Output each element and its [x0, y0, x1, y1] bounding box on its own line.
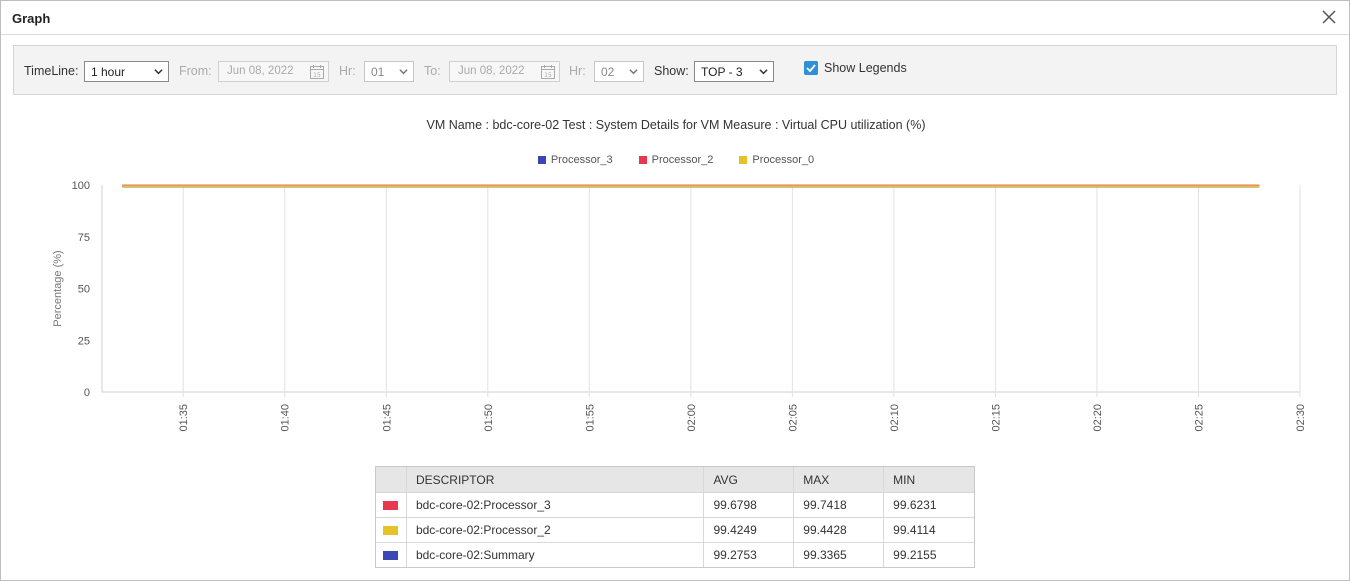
- dialog-title: Graph: [12, 11, 51, 26]
- series-color-swatch: [383, 550, 399, 560]
- descriptor-cell: bdc-core-02:Processor_2: [407, 518, 705, 542]
- min-cell: 99.2155: [893, 548, 937, 562]
- x-tick-label: 02:30: [1295, 404, 1307, 432]
- table-row: bdc-core-02:Processor_3 99.6798 99.7418 …: [376, 492, 974, 517]
- x-tick-label: 01:35: [178, 404, 190, 432]
- row-color-cell: [376, 543, 407, 567]
- to-date-value: Jun 08, 2022: [458, 65, 525, 77]
- avg-column-header[interactable]: AVG: [704, 467, 795, 492]
- legend-item-processor-2[interactable]: Processor_2: [638, 154, 714, 166]
- x-tick-label: 02:10: [889, 404, 901, 432]
- avg-cell: 99.6798: [704, 493, 795, 517]
- descriptor-cell: bdc-core-02:Summary: [407, 543, 705, 567]
- dialog-titlebar: Graph: [1, 1, 1349, 35]
- max-cell: 99.4428: [794, 518, 885, 542]
- descriptor-cell: bdc-core-02:Processor_3: [407, 493, 705, 517]
- x-tick-label: 01:45: [381, 404, 393, 432]
- svg-text:15: 15: [544, 72, 552, 79]
- x-tick-label: 02:15: [990, 404, 1002, 432]
- table-row: bdc-core-02:Processor_2 99.4249 99.4428 …: [376, 517, 974, 542]
- line-chart: 0 25 50 75 100 Percentage (%) 01:35 01:40 01:45 0…: [52, 180, 1307, 432]
- show-legends-label[interactable]: Show Legends: [824, 61, 907, 75]
- y-tick-label: 50: [78, 284, 90, 296]
- legend-swatch: [537, 156, 546, 164]
- series-color-swatch: [383, 500, 399, 510]
- row-color-cell: [376, 493, 407, 517]
- max-cell: 99.7418: [794, 493, 885, 517]
- min-column-header[interactable]: MIN: [884, 467, 974, 492]
- show-label: Show:: [654, 64, 689, 78]
- y-tick-label: 25: [78, 335, 90, 347]
- avg-cell: 99.2753: [704, 543, 795, 567]
- calendar-icon[interactable]: 15: [540, 64, 556, 80]
- legend-item-processor-3[interactable]: Processor_3: [537, 154, 613, 166]
- from-hour-select[interactable]: 01: [364, 61, 414, 82]
- table-row: bdc-core-02:Summary 99.2753 99.3365 99.2…: [376, 542, 974, 567]
- x-tick-label: 01:40: [280, 404, 292, 432]
- chevron-down-icon: [154, 69, 163, 75]
- max-cell: 99.3365: [794, 543, 885, 567]
- chevron-down-icon: [399, 69, 408, 75]
- timeline-label: TimeLine:: [24, 64, 79, 78]
- close-icon[interactable]: [1321, 9, 1337, 25]
- chart-legend: Processor_3 Processor_2 Processor_0: [1, 154, 1350, 166]
- timeline-select[interactable]: 1 hour: [84, 61, 169, 82]
- min-cell: 99.4114: [893, 523, 936, 537]
- filter-toolbar: TimeLine: 1 hour From: Jun 08, 2022 15 H…: [13, 45, 1337, 95]
- from-date-field[interactable]: Jun 08, 2022 15: [218, 61, 329, 82]
- y-tick-label: 75: [78, 232, 90, 244]
- x-tick-label: 02:25: [1193, 404, 1205, 432]
- from-date-value: Jun 08, 2022: [227, 65, 294, 77]
- row-color-cell: [376, 518, 407, 542]
- legend-swatch: [739, 156, 748, 164]
- to-hour-select[interactable]: 02: [594, 61, 644, 82]
- legend-label: Processor_0: [752, 154, 815, 166]
- timeline-select-value: 1 hour: [91, 65, 126, 79]
- from-hour-value: 01: [371, 65, 385, 79]
- max-column-header[interactable]: MAX: [794, 467, 885, 492]
- to-hour-value: 02: [601, 65, 615, 79]
- chevron-down-icon: [759, 69, 768, 75]
- svg-text:15: 15: [313, 72, 321, 79]
- avg-cell: 99.4249: [704, 518, 795, 542]
- chevron-down-icon: [629, 69, 638, 75]
- series-color-swatch: [383, 525, 399, 535]
- to-label: To:: [424, 64, 441, 78]
- color-column-header: [376, 467, 407, 492]
- x-tick-label: 02:05: [787, 404, 799, 432]
- summary-table: DESCRIPTOR AVG MAX MIN bdc-core-02:Proce…: [375, 466, 975, 568]
- x-tick-label: 02:20: [1092, 404, 1104, 432]
- min-cell: 99.6231: [893, 498, 937, 512]
- legend-item-processor-0[interactable]: Processor_0: [739, 154, 814, 166]
- legend-label: Processor_3: [550, 154, 613, 166]
- y-tick-label: 100: [72, 180, 90, 192]
- from-label: From:: [179, 64, 212, 78]
- descriptor-column-header[interactable]: DESCRIPTOR: [407, 467, 705, 492]
- show-legends-checkbox[interactable]: [804, 61, 818, 75]
- legend-label: Processor_2: [651, 154, 714, 166]
- legend-swatch: [638, 156, 647, 164]
- x-tick-label: 01:50: [483, 404, 495, 432]
- to-date-field[interactable]: Jun 08, 2022 15: [449, 61, 560, 82]
- x-tick-label: 01:55: [584, 404, 596, 432]
- x-tick-label: 02:00: [686, 404, 698, 432]
- y-axis-label: Percentage (%): [52, 250, 64, 326]
- from-hr-label: Hr:: [339, 64, 356, 78]
- chart-title: VM Name : bdc-core-02 Test : System Deta…: [426, 118, 926, 132]
- calendar-icon[interactable]: 15: [309, 64, 325, 80]
- graph-dialog: Graph TimeLine: 1 hour From: Jun 08, 202…: [0, 0, 1350, 581]
- show-top-select[interactable]: TOP - 3: [694, 61, 774, 82]
- table-header-row: DESCRIPTOR AVG MAX MIN: [376, 467, 974, 492]
- to-hr-label: Hr:: [569, 64, 586, 78]
- show-top-value: TOP - 3: [701, 65, 743, 79]
- y-tick-label: 0: [84, 387, 90, 399]
